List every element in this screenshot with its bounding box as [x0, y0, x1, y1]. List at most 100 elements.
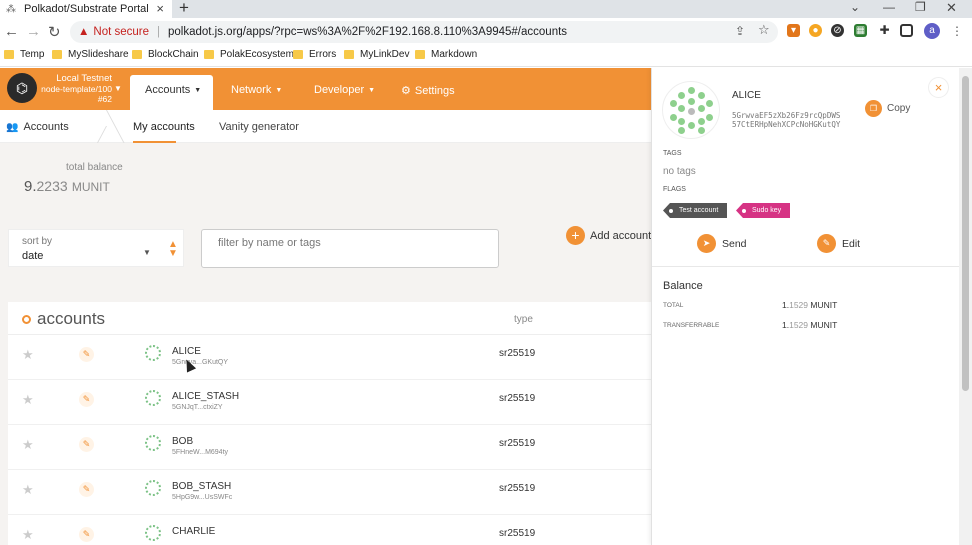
favorite-star-icon[interactable]: ★: [22, 392, 34, 408]
minimize-icon[interactable]: —: [883, 0, 895, 14]
profile-avatar[interactable]: a: [924, 23, 940, 39]
wrench-icon[interactable]: ✎: [79, 482, 94, 497]
share-icon[interactable]: ⇪: [735, 24, 745, 38]
tab-search-chevron-icon[interactable]: ⌄: [850, 0, 860, 14]
browser-tab[interactable]: ⁂ Polkadot/Substrate Portal ×: [0, 0, 172, 18]
side-panel-icon[interactable]: [900, 24, 913, 37]
window-close-icon[interactable]: ✕: [946, 0, 957, 16]
wrench-icon[interactable]: ✎: [79, 527, 94, 542]
identicon[interactable]: [145, 390, 161, 406]
bookmark-markdown[interactable]: Markdown: [415, 49, 477, 60]
section-accounts: 👥 Accounts: [6, 121, 69, 133]
back-arrow-icon[interactable]: ←: [4, 23, 19, 40]
tab-my-accounts[interactable]: My accounts: [133, 121, 195, 133]
balance-title: Balance: [663, 280, 703, 292]
address-bar[interactable]: ▲ Not secure | polkadot.js.org/apps/?rpc…: [70, 21, 778, 43]
wrench-icon[interactable]: ✎: [79, 392, 94, 407]
bookmark-polakecosystem[interactable]: PolakEcosystem: [204, 49, 294, 60]
chain-logo-icon[interactable]: ⌬: [7, 73, 37, 103]
table-row[interactable]: ★ ✎ ALICE_STASH 5GNJqT...ctxiZY sr25519: [8, 380, 653, 425]
bookmark-temp[interactable]: Temp: [4, 49, 44, 60]
table-row[interactable]: ★ ✎ BOB_STASH 5HpG9w...UsSWFc sr25519: [8, 470, 653, 515]
reload-icon[interactable]: ↻: [48, 23, 61, 41]
bookmark-myslideshare[interactable]: MySlideshare: [52, 49, 129, 60]
favorite-star-icon[interactable]: ★: [22, 527, 34, 543]
bookmark-errors[interactable]: Errors: [293, 49, 336, 60]
table-row[interactable]: ★ ✎ CHARLIE sr25519: [8, 515, 653, 545]
no-tags-text[interactable]: no tags: [663, 166, 696, 177]
edit-button[interactable]: ✎ Edit: [817, 234, 860, 253]
nav-settings[interactable]: ⚙ Settings: [401, 84, 455, 97]
chevron-down-icon: ▼: [368, 87, 376, 94]
identicon[interactable]: [145, 345, 161, 361]
folder-icon: [4, 50, 14, 59]
wrench-icon[interactable]: ✎: [79, 437, 94, 452]
chain-block: #62: [97, 94, 112, 104]
transferrable-label: TRANSFERRABLE: [663, 322, 720, 329]
forward-arrow-icon[interactable]: →: [26, 23, 41, 40]
send-button[interactable]: ➤ Send: [697, 234, 747, 253]
account-address[interactable]: 5Grwva...GKutQY: [172, 359, 228, 366]
url-text: polkadot.js.org/apps/?rpc=ws%3A%2F%2F192…: [168, 26, 568, 38]
sidebar-identicon[interactable]: [662, 81, 720, 139]
account-type: sr25519: [499, 393, 536, 404]
identicon[interactable]: [145, 435, 161, 451]
extension-icon-3[interactable]: ⊘: [831, 24, 844, 37]
chain-chevron-down-icon[interactable]: ▼: [114, 84, 122, 93]
bookmark-mylinkdev[interactable]: MyLinkDev: [344, 49, 409, 60]
url-separator: |: [157, 26, 160, 38]
account-address[interactable]: 5GNJqT...ctxiZY: [172, 404, 223, 411]
add-account-button[interactable]: + Add account: [566, 226, 651, 245]
scrollbar-thumb[interactable]: [962, 76, 969, 391]
extension-icon-2[interactable]: ●: [809, 24, 822, 37]
send-icon: ➤: [697, 234, 716, 253]
table-row[interactable]: ★ ✎ BOB 5FHneW...M694ty sr25519: [8, 425, 653, 470]
total-label: TOTAL: [663, 302, 684, 309]
restore-icon[interactable]: ❐: [915, 0, 926, 14]
account-name[interactable]: BOB_STASH: [172, 481, 231, 492]
account-name[interactable]: BOB: [172, 436, 193, 447]
copy-button[interactable]: ❐ Copy: [865, 100, 910, 117]
account-name[interactable]: CHARLIE: [172, 526, 215, 537]
extensions-puzzle-icon[interactable]: ✚: [878, 24, 891, 37]
favorite-star-icon[interactable]: ★: [22, 437, 34, 453]
nav-network[interactable]: Network ▼: [231, 84, 282, 96]
wrench-icon[interactable]: ✎: [79, 347, 94, 362]
close-sidebar-button[interactable]: ×: [928, 77, 949, 98]
sidebar-account-address: 5GrwvaEF5zXb26Fz9rcQpDWS 57CtERHpNehXCPc…: [732, 111, 841, 129]
metamask-extension-icon[interactable]: ▾: [787, 24, 800, 37]
account-name[interactable]: ALICE: [172, 346, 201, 357]
identicon[interactable]: [145, 525, 161, 541]
account-type: sr25519: [499, 348, 536, 359]
folder-icon: [344, 50, 354, 59]
sort-direction-icon[interactable]: ▲ ▼: [168, 240, 178, 259]
browser-tab-bar: ⁂ Polkadot/Substrate Portal × + ⌄ — ❐ ✕: [0, 0, 972, 18]
page-scrollbar[interactable]: [959, 68, 972, 545]
tab-vanity-generator[interactable]: Vanity generator: [219, 121, 299, 133]
favorite-star-icon[interactable]: ★: [22, 482, 34, 498]
tab-close-icon[interactable]: ×: [156, 1, 164, 16]
extension-icon-4[interactable]: ▦: [854, 24, 867, 37]
table-row[interactable]: ★ ✎ ALICE 5Grwva...GKutQY sr25519: [8, 335, 653, 380]
account-address[interactable]: 5FHneW...M694ty: [172, 449, 228, 456]
new-tab-button[interactable]: +: [179, 0, 189, 18]
accounts-table: accounts type ★ ✎ ALICE 5Grwva...GKutQY …: [8, 302, 653, 545]
chain-node: node-template/100: [41, 84, 112, 94]
account-type: sr25519: [499, 483, 536, 494]
nav-accounts[interactable]: Accounts ▼: [130, 75, 213, 110]
account-name[interactable]: ALICE_STASH: [172, 391, 239, 402]
active-tab-indicator: [133, 141, 176, 143]
browser-menu-icon[interactable]: ⋮: [951, 24, 963, 38]
tags-label: TAGS: [663, 150, 682, 157]
bookmark-blockchain[interactable]: BlockChain: [132, 49, 199, 60]
sort-dropdown[interactable]: sort by date ▼ ▲ ▼: [8, 229, 184, 267]
account-address[interactable]: 5HpG9w...UsSWFc: [172, 494, 232, 501]
chevron-down-icon: ▼: [194, 87, 202, 94]
chain-selector[interactable]: Local Testnet node-template/100 #62: [40, 74, 112, 105]
favorite-star-icon[interactable]: ★: [22, 347, 34, 363]
identicon[interactable]: [145, 480, 161, 496]
filter-input[interactable]: filter by name or tags: [201, 229, 499, 268]
warning-icon: ▲: [78, 26, 90, 38]
nav-developer[interactable]: Developer ▼: [314, 84, 375, 96]
bookmark-star-icon[interactable]: ☆: [758, 22, 770, 38]
